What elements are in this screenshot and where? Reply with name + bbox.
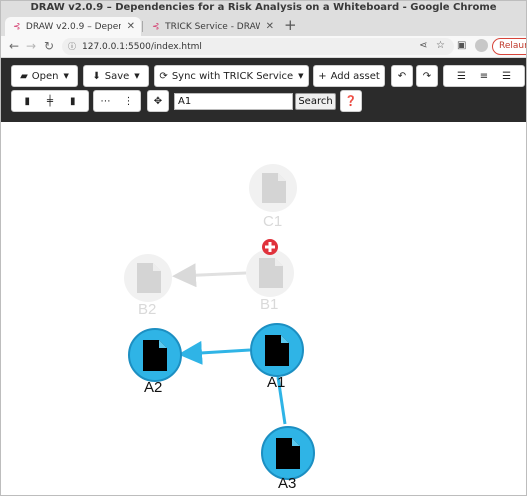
- open-button[interactable]: ▰ Open ▼: [11, 65, 78, 87]
- chevron-down-icon: ▼: [298, 72, 304, 80]
- search-input[interactable]: [174, 93, 293, 110]
- new-tab-icon[interactable]: +: [284, 16, 297, 34]
- redo-button[interactable]: ↷: [416, 65, 438, 87]
- folder-open-icon: ▰: [20, 70, 28, 82]
- draw-favicon-icon: ⊰: [152, 21, 160, 32]
- relaunch-button[interactable]: Relaun: [492, 38, 526, 55]
- node-label-b1: B1: [260, 296, 279, 313]
- redo-icon: ↷: [422, 70, 432, 82]
- node-label-a2: A2: [144, 379, 163, 396]
- reload-icon[interactable]: ↻: [44, 39, 54, 53]
- tab-title: DRAW v2.0.9 – Dependenc: [25, 21, 121, 32]
- sync-label: Sync with TRICK Service: [171, 70, 294, 82]
- node-a3[interactable]: [261, 426, 315, 480]
- tab-draw[interactable]: ⊰ DRAW v2.0.9 – Dependenc ✕: [5, 17, 141, 36]
- sync-icon: ⟳: [159, 70, 168, 82]
- url-field[interactable]: ⓘ 127.0.0.1:5500/index.html: [62, 38, 454, 55]
- save-label: Save: [104, 70, 130, 82]
- add-dependency-icon[interactable]: [262, 239, 278, 255]
- node-b1[interactable]: [246, 249, 294, 297]
- open-label: Open: [31, 70, 59, 82]
- distribute-group: ▮ ╪ ▮: [11, 90, 89, 112]
- search-button[interactable]: Search: [295, 93, 336, 110]
- download-icon: ⬇: [92, 70, 101, 82]
- align-bottom-icon[interactable]: ▮: [24, 96, 30, 107]
- profile-avatar[interactable]: [475, 39, 488, 52]
- align-center-icon[interactable]: ≡: [480, 71, 488, 82]
- edge-a1-a2[interactable]: [178, 340, 251, 365]
- back-arrow-icon[interactable]: ←: [9, 39, 19, 53]
- node-a2[interactable]: [128, 328, 182, 382]
- node-c1[interactable]: [249, 164, 297, 212]
- tab-trick-service[interactable]: ⊰ TRICK Service - DRAW 2.0 ✕: [144, 17, 280, 36]
- address-bar: ← → ↻ ⓘ 127.0.0.1:5500/index.html ⋖ ☆ ▣ …: [1, 36, 526, 58]
- edge-b1-b2[interactable]: [172, 263, 247, 288]
- add-asset-label: Add asset: [330, 70, 380, 82]
- node-label-b2: B2: [138, 301, 157, 318]
- help-button[interactable]: ❓: [340, 90, 362, 112]
- close-icon[interactable]: ✕: [266, 21, 274, 32]
- draw-favicon-icon: ⊰: [13, 21, 21, 32]
- undo-button[interactable]: ↶: [391, 65, 413, 87]
- align-top-icon[interactable]: ▮: [70, 96, 76, 107]
- more-group: ⋯ ⋮: [93, 90, 141, 112]
- chevron-down-icon: ▼: [63, 72, 69, 80]
- plus-icon: +: [318, 70, 327, 82]
- url-text: 127.0.0.1:5500/index.html: [82, 41, 202, 52]
- move-arrows-icon: ✥: [153, 95, 163, 107]
- tab-title: TRICK Service - DRAW 2.0: [165, 21, 259, 32]
- more-vertical-icon[interactable]: ⋮: [124, 96, 134, 107]
- undo-icon: ↶: [397, 70, 407, 82]
- bookmark-star-icon[interactable]: ☆: [436, 40, 445, 51]
- node-a1[interactable]: [250, 323, 304, 377]
- node-b2[interactable]: [124, 254, 172, 302]
- add-asset-button[interactable]: + Add asset: [313, 65, 385, 87]
- align-right-icon[interactable]: ☰: [502, 71, 511, 82]
- sync-trick-button[interactable]: ⟳ Sync with TRICK Service ▼: [154, 65, 309, 87]
- share-icon[interactable]: ⋖: [419, 40, 427, 51]
- save-button[interactable]: ⬇ Save ▼: [83, 65, 149, 87]
- node-label-a3: A3: [278, 475, 297, 492]
- tab-strip: ⊰ DRAW v2.0.9 – Dependenc ✕ ⊰ TRICK Serv…: [1, 15, 526, 36]
- node-label-a1: A1: [267, 374, 286, 391]
- align-left-icon[interactable]: ☰: [457, 71, 466, 82]
- tab-separator: [142, 21, 143, 32]
- text-align-group: ☰ ≡ ☰: [443, 65, 525, 87]
- browser-window: DRAW v2.0.9 – Dependencies for a Risk An…: [0, 0, 527, 496]
- chevron-down-icon: ▼: [134, 72, 140, 80]
- question-circle-icon: ❓: [344, 95, 358, 107]
- align-middle-icon[interactable]: ╪: [47, 96, 53, 107]
- more-horizontal-icon[interactable]: ⋯: [101, 96, 111, 107]
- close-icon[interactable]: ✕: [127, 21, 135, 32]
- info-icon[interactable]: ⓘ: [68, 41, 76, 52]
- forward-arrow-icon[interactable]: →: [26, 39, 36, 53]
- move-button[interactable]: ✥: [147, 90, 169, 112]
- whiteboard-canvas[interactable]: C1 B1 B2 A1 A2 A3: [1, 122, 526, 495]
- node-label-c1: C1: [263, 213, 283, 230]
- window-title: DRAW v2.0.9 – Dependencies for a Risk An…: [1, 1, 526, 15]
- side-panel-icon[interactable]: ▣: [457, 40, 466, 51]
